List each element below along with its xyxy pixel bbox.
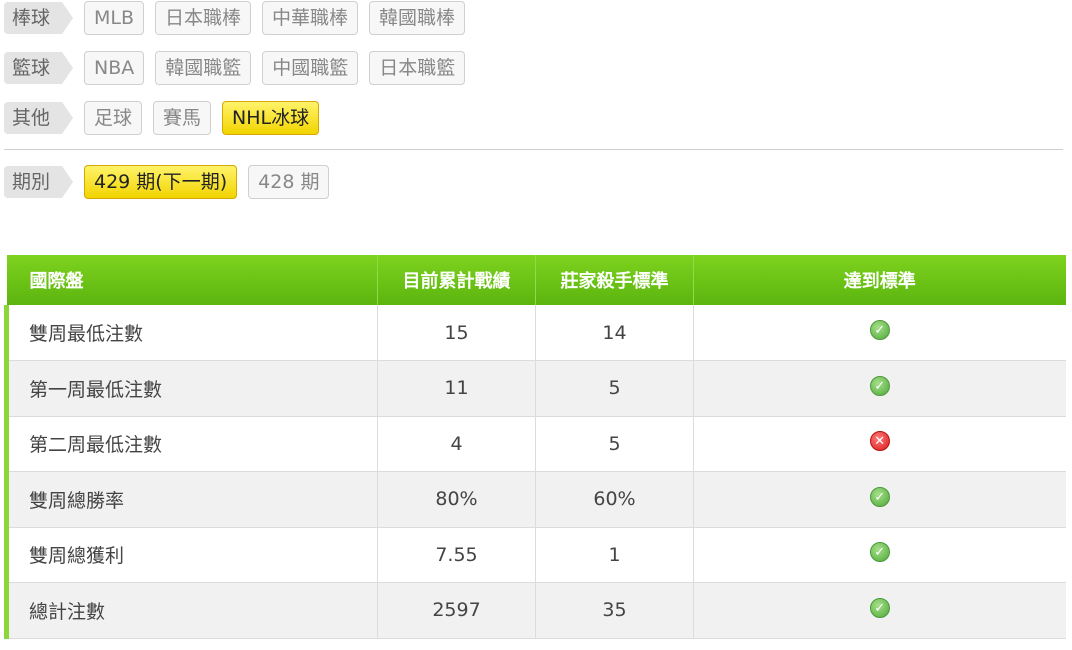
x-circle-icon: ✕ <box>869 431 890 452</box>
chip-npb[interactable]: 日本職棒 <box>155 1 252 35</box>
row-name: 第二周最低注數 <box>4 416 378 472</box>
row-name: 總計注數 <box>4 582 378 638</box>
row-standard: 1 <box>535 527 694 583</box>
chip-bleague[interactable]: 日本職籃 <box>369 51 466 85</box>
chip-period-429[interactable]: 429 期(下一期) <box>84 165 238 199</box>
header-market: 國際盤 <box>6 255 378 305</box>
row-standard: 60% <box>535 471 694 527</box>
check-circle-icon: ✓ <box>869 597 890 618</box>
check-circle-icon: ✓ <box>869 486 890 507</box>
header-current-record: 目前累計戰績 <box>377 255 536 305</box>
row-name: 第一周最低注數 <box>4 360 378 416</box>
row-standard: 5 <box>535 360 694 416</box>
filter-row-basketball: 籃球 NBA 韓國職籃 中國職籃 日本職籃 <box>4 51 476 85</box>
row-current: 11 <box>377 360 536 416</box>
chip-cba[interactable]: 中國職籃 <box>262 51 359 85</box>
chip-soccer[interactable]: 足球 <box>84 101 143 135</box>
row-name: 雙周總獲利 <box>4 527 378 583</box>
chip-period-428[interactable]: 428 期 <box>248 165 330 199</box>
row-current: 80% <box>377 471 536 527</box>
chip-kbo[interactable]: 韓國職棒 <box>369 1 466 35</box>
row-met: ✓ <box>694 472 1066 528</box>
chip-kbl[interactable]: 韓國職籃 <box>155 51 252 85</box>
chip-nhl[interactable]: NHL冰球 <box>222 101 320 135</box>
check-circle-icon: ✓ <box>869 375 890 396</box>
category-label-basketball: 籃球 <box>4 52 73 84</box>
row-met: ✓ <box>694 361 1066 417</box>
table-row: 雙周總勝率 80% 60% ✓ <box>4 471 1066 528</box>
row-met: ✕ <box>694 416 1066 472</box>
table-row: 第一周最低注數 11 5 ✓ <box>4 360 1066 417</box>
table-row: 雙周總獲利 7.55 1 ✓ <box>4 527 1066 583</box>
check-circle-icon: ✓ <box>869 542 890 563</box>
table-header-row: 國際盤 目前累計戰績 莊家殺手標準 達到標準 <box>6 255 1066 305</box>
category-label-baseball: 棒球 <box>4 2 73 34</box>
chip-mlb[interactable]: MLB <box>84 1 145 35</box>
divider <box>4 149 1063 150</box>
row-standard: 35 <box>535 582 694 638</box>
row-current: 2597 <box>377 582 536 638</box>
category-label-other: 其他 <box>4 102 73 134</box>
chip-cpbl[interactable]: 中華職棒 <box>262 1 359 35</box>
row-standard: 14 <box>535 305 694 361</box>
row-met: ✓ <box>694 583 1066 639</box>
filter-row-baseball: 棒球 MLB 日本職棒 中華職棒 韓國職棒 <box>4 1 476 35</box>
row-name: 雙周總勝率 <box>4 471 378 527</box>
filter-row-other: 其他 足球 賽馬 NHL冰球 <box>4 101 330 135</box>
table-row: 雙周最低注數 15 14 ✓ <box>4 305 1066 361</box>
row-met: ✓ <box>694 527 1066 583</box>
table-row: 第二周最低注數 4 5 ✕ <box>4 416 1066 472</box>
row-name: 雙周最低注數 <box>4 305 378 361</box>
row-met: ✓ <box>694 305 1066 361</box>
table-row: 總計注數 2597 35 ✓ <box>4 582 1066 639</box>
row-current: 4 <box>377 416 536 472</box>
header-standard: 莊家殺手標準 <box>535 255 694 305</box>
row-standard: 5 <box>535 416 694 472</box>
stats-table: 國際盤 目前累計戰績 莊家殺手標準 達到標準 雙周最低注數 15 14 ✓ 第一… <box>4 255 1066 639</box>
header-met: 達到標準 <box>843 271 916 292</box>
period-label: 期別 <box>4 166 73 198</box>
chip-horse-racing[interactable]: 賽馬 <box>153 101 212 135</box>
check-circle-icon: ✓ <box>869 320 890 340</box>
row-current: 7.55 <box>377 527 536 583</box>
row-current: 15 <box>377 305 536 361</box>
period-row: 期別 429 期(下一期) 428 期 <box>4 165 340 199</box>
chip-nba[interactable]: NBA <box>84 51 145 85</box>
